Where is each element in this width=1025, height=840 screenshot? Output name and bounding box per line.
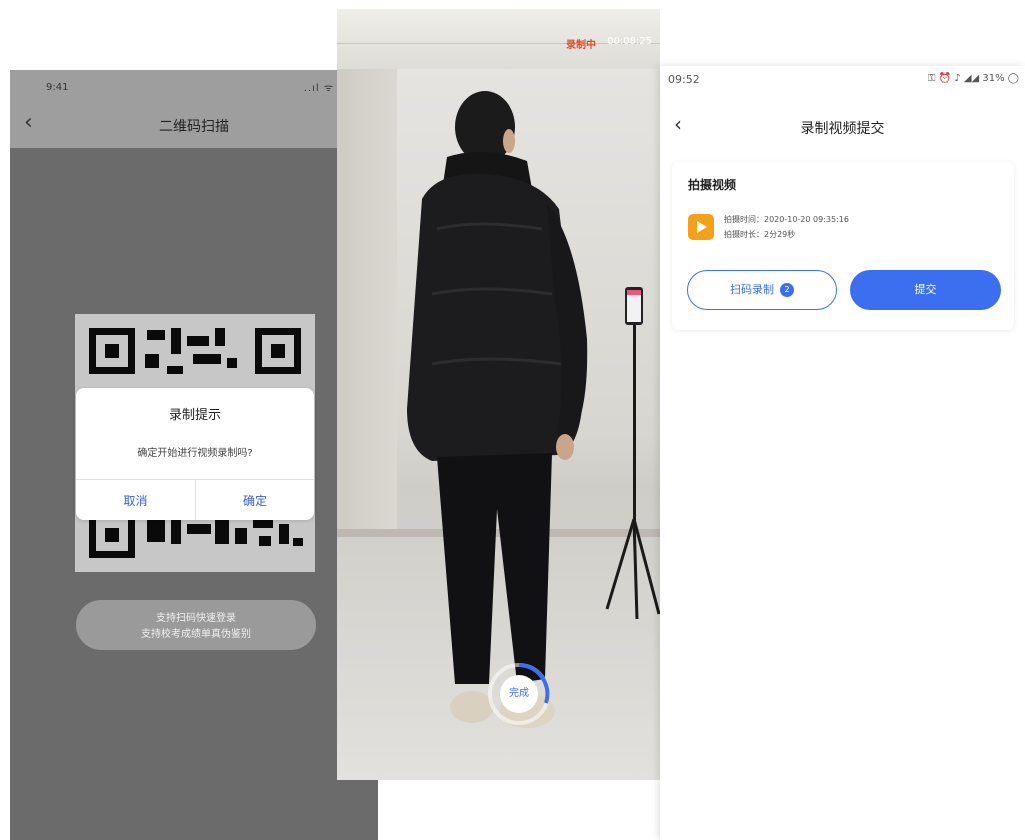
qr-finder-pattern — [89, 328, 135, 374]
qr-scan-screen: 9:41 ..ıl ᯤ ‹ 二维码扫描 录制提示 确定开始进行视频录制吗? 取消… — [10, 70, 378, 840]
page-title: 录制视频提交 — [800, 121, 885, 137]
hint-line: 支持校考成绩单真伪鉴别 — [141, 629, 251, 640]
status-time: 09:52 — [668, 73, 700, 86]
status-time: 9:41 — [46, 82, 69, 93]
recording-status: 录制中 — [566, 40, 596, 51]
card-title: 拍摄视频 — [688, 178, 737, 192]
video-play-icon[interactable] — [688, 214, 714, 240]
qr-finder-pattern — [255, 328, 301, 374]
scan-hint-pill: 支持扫码快速登录 支持校考成绩单真伪鉴别 — [76, 600, 316, 650]
cancel-button[interactable]: 取消 — [76, 492, 195, 509]
recording-timer: 00:08:25 — [607, 36, 652, 47]
dialog-title: 录制提示 — [168, 408, 221, 423]
shoot-time: 拍摄时间：2020-10-20 09:35:16 — [724, 215, 849, 224]
scan-record-label: 扫码录制 — [730, 283, 774, 296]
count-badge: 2 — [780, 283, 794, 297]
submit-button[interactable]: 提交 — [850, 270, 1001, 310]
finish-record-button[interactable]: 完成 — [500, 675, 538, 713]
page-title: 二维码扫描 — [159, 119, 229, 135]
hint-line: 支持扫码快速登录 — [156, 613, 236, 624]
nav-bar: 9:41 ..ıl ᯤ ‹ 二维码扫描 — [10, 70, 378, 148]
confirm-button[interactable]: 确定 — [196, 492, 314, 509]
record-prompt-dialog: 录制提示 确定开始进行视频录制吗? 取消 确定 — [76, 388, 314, 520]
video-card: 拍摄视频 拍摄时间：2020-10-20 09:35:16 拍摄时长：2分29秒… — [672, 162, 1014, 330]
video-recording-screen: 录制中 00:08:25 完成 — [337, 9, 660, 780]
scan-record-button[interactable]: 扫码录制 2 — [687, 270, 837, 310]
dialog-message: 确定开始进行视频录制吗? — [137, 448, 253, 459]
status-icons: ⚿ ⏰ ♪ ◢◢ 31% ◯ — [927, 73, 1019, 84]
signal-wifi-icon: ..ıl ᯤ — [303, 83, 334, 94]
submit-video-screen: 09:52 ⚿ ⏰ ♪ ◢◢ 31% ◯ ‹ 录制视频提交 拍摄视频 拍摄时间：… — [660, 66, 1025, 840]
tripod-phone-image — [605, 287, 660, 619]
shoot-duration: 拍摄时长：2分29秒 — [724, 230, 796, 239]
